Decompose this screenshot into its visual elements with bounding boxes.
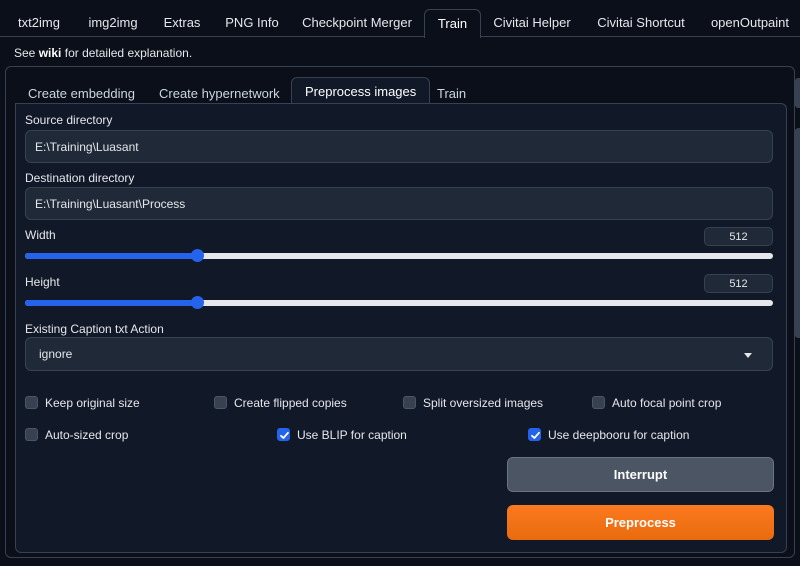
tab-preprocess-images[interactable]: Preprocess images bbox=[291, 77, 431, 105]
checkbox-icon[interactable] bbox=[277, 428, 290, 441]
scrollbar[interactable] bbox=[795, 128, 800, 338]
tab-train-sub[interactable]: Train bbox=[437, 83, 466, 105]
tab-civitai-helper[interactable]: Civitai Helper bbox=[487, 9, 577, 36]
checkbox-label: Auto focal point crop bbox=[612, 396, 722, 410]
checkbox-label: Create flipped copies bbox=[234, 396, 347, 410]
chevron-down-icon bbox=[744, 353, 752, 358]
height-label: Height bbox=[25, 275, 60, 289]
wiki-prefix: See bbox=[14, 46, 36, 60]
destination-directory-label: Destination directory bbox=[25, 171, 135, 185]
checkbox-icon[interactable] bbox=[25, 428, 38, 441]
checkbox-label: Keep original size bbox=[45, 396, 140, 410]
height-slider[interactable] bbox=[25, 296, 773, 309]
height-number-input[interactable]: 512 bbox=[704, 274, 773, 293]
tab-train[interactable]: Train bbox=[424, 9, 481, 38]
checkbox-icon[interactable] bbox=[214, 396, 227, 409]
checkbox-icon[interactable] bbox=[403, 396, 416, 409]
width-slider-fill bbox=[25, 253, 198, 259]
checkbox-icon[interactable] bbox=[592, 396, 605, 409]
source-directory-label: Source directory bbox=[25, 113, 113, 127]
height-slider-thumb[interactable] bbox=[191, 296, 205, 309]
tab-checkpoint-merger[interactable]: Checkpoint Merger bbox=[296, 9, 418, 36]
width-slider-thumb[interactable] bbox=[191, 249, 205, 262]
checkbox-label: Use deepbooru for caption bbox=[548, 428, 690, 442]
wiki-link[interactable]: wiki bbox=[39, 46, 62, 60]
tab-txt2img[interactable]: txt2img bbox=[8, 9, 70, 36]
width-number-input[interactable]: 512 bbox=[704, 227, 773, 246]
checkbox-label: Auto-sized crop bbox=[45, 428, 129, 442]
source-directory-input[interactable]: E:\Training\Luasant bbox=[25, 130, 773, 163]
top-tab-bar: txt2img img2img Extras PNG Info Checkpoi… bbox=[0, 0, 800, 38]
tab-extras[interactable]: Extras bbox=[156, 9, 208, 36]
caption-action-label: Existing Caption txt Action bbox=[25, 322, 164, 336]
width-slider[interactable] bbox=[25, 249, 773, 262]
destination-directory-input[interactable]: E:\Training\Luasant\Process bbox=[25, 187, 773, 220]
preprocess-button[interactable]: Preprocess bbox=[507, 505, 774, 540]
checkbox-label: Split oversized images bbox=[423, 396, 544, 410]
interrupt-button[interactable]: Interrupt bbox=[507, 457, 774, 492]
height-slider-fill bbox=[25, 300, 198, 306]
checkbox-icon[interactable] bbox=[528, 428, 541, 441]
tab-create-hypernetwork[interactable]: Create hypernetwork bbox=[159, 83, 280, 105]
wiki-suffix: for detailed explanation. bbox=[64, 46, 193, 60]
tab-img2img[interactable]: img2img bbox=[78, 9, 148, 36]
scrollbar[interactable] bbox=[795, 78, 800, 108]
tab-civitai-shortcut[interactable]: Civitai Shortcut bbox=[590, 9, 692, 36]
width-label: Width bbox=[25, 228, 56, 242]
tab-png-info[interactable]: PNG Info bbox=[218, 9, 286, 36]
sub-tab-bar: Create embedding Create hypernetwork Pre… bbox=[5, 77, 795, 105]
caption-action-value: ignore bbox=[39, 347, 73, 361]
tab-openoutpaint[interactable]: openOutpaint bbox=[704, 9, 796, 36]
tab-create-embedding[interactable]: Create embedding bbox=[28, 83, 135, 105]
checkbox-label: Use BLIP for caption bbox=[297, 428, 407, 442]
wiki-note: See wiki for detailed explanation. bbox=[14, 46, 192, 60]
caption-action-dropdown[interactable]: ignore bbox=[25, 337, 773, 371]
checkbox-icon[interactable] bbox=[25, 396, 38, 409]
